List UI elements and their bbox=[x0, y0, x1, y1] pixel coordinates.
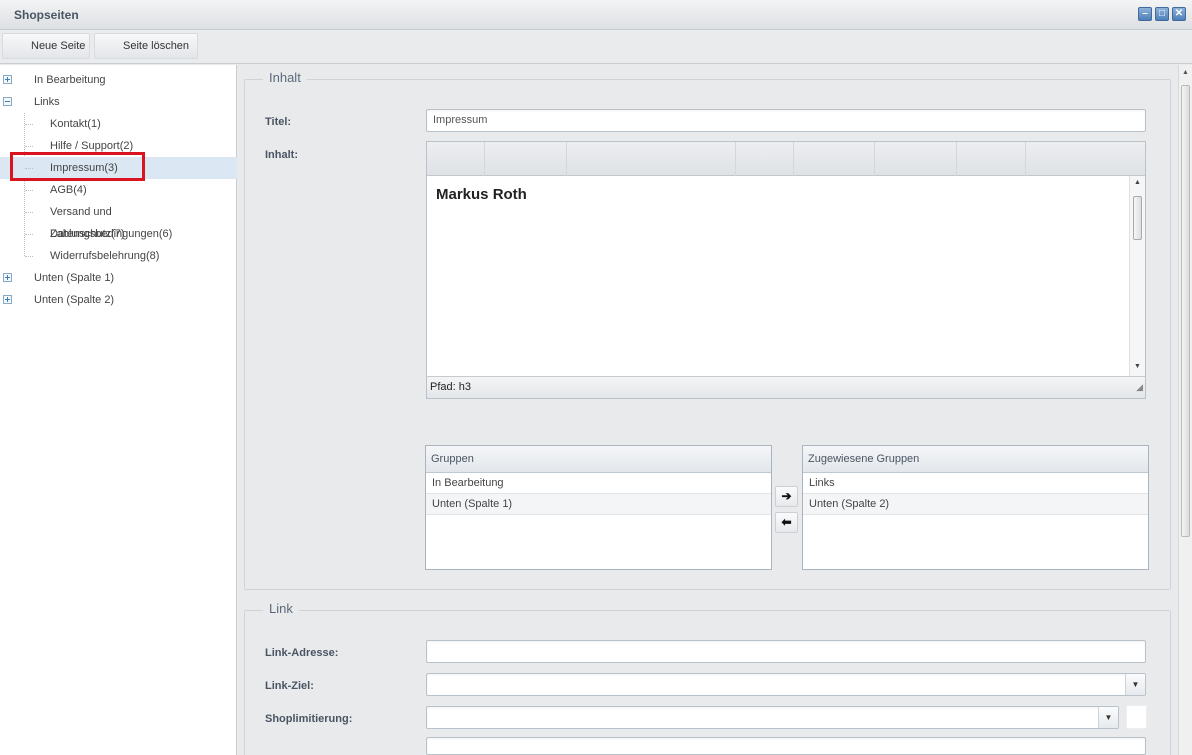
close-icon[interactable]: ✕ bbox=[1172, 7, 1186, 21]
main-scroll-thumb[interactable] bbox=[1181, 85, 1190, 537]
available-groups-list: Gruppen In Bearbeitung Unten (Spalte 1) bbox=[425, 445, 772, 570]
new-page-button[interactable]: Neue Seite bbox=[2, 33, 90, 59]
editor-toolbar-separator bbox=[1025, 142, 1026, 176]
tree-group-in-bearbeitung[interactable]: In Bearbeitung bbox=[0, 69, 237, 91]
delete-page-label: Seite löschen bbox=[123, 40, 190, 52]
editor-toolbar-separator bbox=[956, 142, 957, 176]
list-item[interactable]: Unten (Spalte 1) bbox=[426, 494, 771, 515]
content-legend: Inhalt bbox=[263, 70, 307, 85]
tree-item-agb[interactable]: AGB(4) bbox=[0, 179, 237, 201]
tree-group-label: Unten (Spalte 2) bbox=[34, 294, 115, 306]
scroll-up-icon[interactable]: ▲ bbox=[1134, 179, 1141, 186]
additional-input[interactable] bbox=[426, 737, 1146, 755]
editor-scroll-thumb[interactable] bbox=[1133, 196, 1142, 240]
expand-icon[interactable] bbox=[3, 75, 12, 84]
shop-limit-select[interactable]: ▼ bbox=[426, 706, 1119, 729]
editor-toolbar-separator bbox=[566, 142, 567, 176]
tree-connector bbox=[25, 256, 33, 257]
move-right-button[interactable]: ➔ bbox=[775, 486, 798, 507]
shop-limit-extra-button[interactable] bbox=[1126, 705, 1147, 729]
minimize-icon[interactable]: – bbox=[1138, 7, 1152, 21]
delete-page-icon bbox=[101, 39, 115, 53]
body-label: Inhalt: bbox=[265, 149, 298, 161]
editor-toolbar bbox=[427, 142, 1145, 176]
window-controls: – □ ✕ bbox=[1138, 7, 1186, 21]
editor-content[interactable]: Markus Roth bbox=[427, 176, 1129, 376]
new-page-icon bbox=[9, 39, 23, 53]
toolbar: Neue Seite Seite löschen bbox=[0, 30, 1192, 64]
scroll-down-icon[interactable]: ▼ bbox=[1134, 363, 1141, 370]
link-address-label: Link-Adresse: bbox=[265, 647, 339, 659]
expand-icon[interactable] bbox=[3, 295, 12, 304]
editor-path-bar: Pfad: h3 ◢ bbox=[427, 376, 1145, 398]
move-left-button[interactable]: ⬅ bbox=[775, 512, 798, 533]
title-input[interactable]: Impressum bbox=[426, 109, 1146, 132]
tree-group-label: Links bbox=[34, 96, 60, 108]
link-target-label: Link-Ziel: bbox=[265, 680, 314, 692]
assigned-groups-list: Zugewiesene Gruppen Links Unten (Spalte … bbox=[802, 445, 1149, 570]
list-item[interactable]: Links bbox=[803, 473, 1148, 494]
tree-item-label: AGB(4) bbox=[50, 184, 87, 196]
collapse-icon[interactable] bbox=[3, 97, 12, 106]
arrow-right-icon: ➔ bbox=[781, 489, 792, 503]
available-groups-header: Gruppen bbox=[426, 446, 771, 473]
window-titlebar: Shopseiten – □ ✕ bbox=[0, 0, 1192, 30]
tree-connector bbox=[25, 190, 33, 191]
chevron-down-icon[interactable]: ▼ bbox=[1098, 707, 1118, 728]
tree-group-unten-2[interactable]: Unten (Spalte 2) bbox=[0, 289, 237, 311]
arrow-left-icon: ⬅ bbox=[781, 515, 792, 529]
window-title: Shopseiten bbox=[14, 8, 79, 22]
list-item[interactable]: In Bearbeitung bbox=[426, 473, 771, 494]
link-legend: Link bbox=[263, 601, 299, 616]
main-scrollbar[interactable]: ▲ bbox=[1178, 65, 1192, 755]
expand-icon[interactable] bbox=[3, 273, 12, 282]
editor-heading: Markus Roth bbox=[436, 186, 527, 203]
tree-connector bbox=[25, 212, 33, 213]
rich-text-editor[interactable]: Markus Roth ▲ ▼ Pfad: h3 ◢ bbox=[426, 141, 1146, 399]
title-input-value: Impressum bbox=[433, 114, 488, 126]
tree-connector bbox=[25, 234, 33, 235]
editor-toolbar-separator bbox=[793, 142, 794, 176]
tree-item-datenschutz[interactable]: Datenschutz(7) bbox=[0, 223, 237, 245]
link-target-select[interactable]: ▼ bbox=[426, 673, 1146, 696]
title-label: Titel: bbox=[265, 116, 292, 128]
tree-item-widerruf[interactable]: Widerrufsbelehrung(8) bbox=[0, 245, 237, 267]
maximize-icon[interactable]: □ bbox=[1155, 7, 1169, 21]
editor-toolbar-separator bbox=[735, 142, 736, 176]
shop-limit-label: Shoplimitierung: bbox=[265, 713, 353, 725]
link-address-input[interactable] bbox=[426, 640, 1146, 663]
resize-handle-icon[interactable]: ◢ bbox=[1136, 377, 1143, 397]
editor-toolbar-separator bbox=[874, 142, 875, 176]
tree-item-label: Datenschutz(7) bbox=[50, 228, 125, 240]
new-page-label: Neue Seite bbox=[31, 40, 86, 52]
tree-connector bbox=[25, 146, 33, 147]
editor-scrollbar[interactable]: ▲ ▼ bbox=[1129, 176, 1145, 376]
tree-item-label: Kontakt(1) bbox=[50, 118, 101, 130]
tree-item-versand[interactable]: Versand und Zahlungsbedingungen(6) bbox=[0, 201, 237, 240]
tree-group-unten-1[interactable]: Unten (Spalte 1) bbox=[0, 267, 237, 289]
list-item[interactable]: Unten (Spalte 2) bbox=[803, 494, 1148, 515]
scroll-up-icon[interactable]: ▲ bbox=[1181, 69, 1190, 76]
assigned-groups-header: Zugewiesene Gruppen bbox=[803, 446, 1148, 473]
tree-group-label: Unten (Spalte 1) bbox=[34, 272, 115, 284]
tree-group-links[interactable]: Links bbox=[0, 91, 237, 113]
tree-connector bbox=[25, 124, 33, 125]
editor-path: Pfad: h3 bbox=[430, 381, 471, 393]
selection-highlight-box bbox=[10, 152, 145, 181]
delete-page-button[interactable]: Seite löschen bbox=[94, 33, 198, 59]
editor-toolbar-separator bbox=[484, 142, 485, 176]
chevron-down-icon[interactable]: ▼ bbox=[1125, 674, 1145, 695]
tree-item-label: Widerrufsbelehrung(8) bbox=[50, 250, 160, 262]
tree-group-label: In Bearbeitung bbox=[34, 74, 106, 86]
tree-item-kontakt[interactable]: Kontakt(1) bbox=[0, 113, 237, 135]
